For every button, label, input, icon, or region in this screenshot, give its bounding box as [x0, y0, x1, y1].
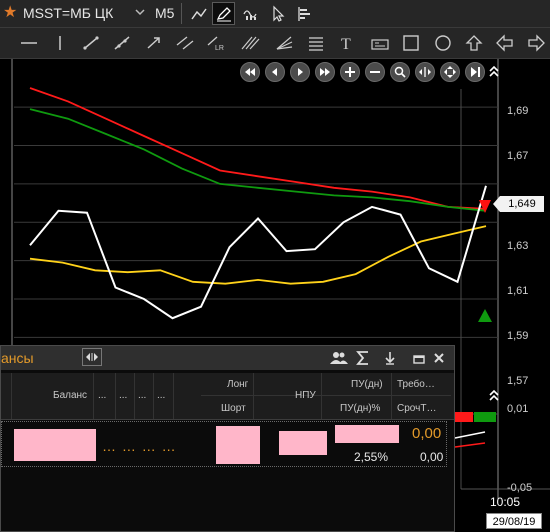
col-dots[interactable]: ... — [119, 390, 127, 401]
redacted-long-short — [216, 426, 260, 464]
symbol-label[interactable]: MSST=МБ ЦК — [23, 5, 113, 21]
minimize-icon[interactable] — [410, 349, 428, 367]
drawing-toolbar: LR T — [0, 28, 550, 59]
col-pu-dn-pct[interactable]: ПУ(дн)% — [340, 403, 380, 414]
col-pu-dn[interactable]: ПУ(дн) — [351, 379, 383, 390]
col-requirements[interactable]: Требо… — [397, 379, 435, 390]
ray-icon[interactable] — [108, 31, 136, 55]
pu-dn-pct-value: 2,55% — [354, 450, 389, 464]
go-to-end-icon[interactable] — [465, 62, 485, 82]
arrow-up-icon[interactable] — [460, 31, 488, 55]
svg-text:T: T — [341, 36, 351, 52]
y-tick-label: 1,63 — [507, 240, 529, 252]
col-dots[interactable]: ... — [138, 390, 146, 401]
col-balance[interactable]: Баланс — [53, 390, 87, 401]
arrow-right-icon[interactable] — [522, 31, 550, 55]
table-row[interactable]: … … … … 0,00 2,55% 0,00 — [1, 421, 447, 467]
y-tick-label: 1,67 — [507, 150, 529, 162]
play-icon[interactable] — [290, 62, 310, 82]
col-dots[interactable]: ... — [98, 390, 106, 401]
timeframe-label[interactable]: M5 — [155, 5, 174, 21]
y-tick-label: 1,69 — [507, 105, 529, 117]
y-tick-label: 1,61 — [507, 285, 529, 297]
time-label: 10:05 — [490, 495, 521, 509]
label-tool-icon[interactable] — [366, 31, 394, 55]
horizontal-line-icon[interactable] — [15, 31, 43, 55]
series-line — [29, 108, 487, 212]
redacted-npu — [279, 431, 327, 455]
favorite-star-icon[interactable]: ★ — [3, 3, 17, 23]
fibonacci-levels-icon[interactable] — [302, 31, 330, 55]
col-dots[interactable]: ... — [157, 390, 165, 401]
toolbar-separator — [181, 3, 182, 24]
channel-icon[interactable] — [171, 31, 199, 55]
y-tick-label: 1,57 — [507, 375, 529, 387]
pitchfork-icon[interactable] — [236, 31, 264, 55]
col-urgent[interactable]: СрочТ… — [397, 403, 436, 414]
users-icon[interactable] — [330, 349, 348, 367]
urgent-value: 0,00 — [420, 450, 444, 464]
text-tool-icon[interactable]: T — [333, 31, 361, 55]
arrow-line-icon[interactable] — [140, 31, 168, 55]
search-icon[interactable] — [390, 62, 410, 82]
rectangle-icon[interactable] — [397, 31, 425, 55]
panel-title: ансы — [1, 350, 34, 366]
download-icon[interactable] — [381, 349, 399, 367]
redacted-pu — [335, 425, 399, 443]
arrow-left-icon[interactable] — [491, 31, 519, 55]
scroll-start-icon[interactable] — [240, 62, 260, 82]
fan-icon[interactable] — [270, 31, 298, 55]
linear-regression-icon[interactable]: LR — [202, 31, 230, 55]
col-long[interactable]: Лонг — [227, 379, 248, 390]
date-label: 29/08/19 — [486, 513, 542, 529]
y-tick-label: -0,05 — [507, 482, 533, 494]
series-line — [29, 185, 487, 320]
balances-panel: ансы Баланс ... ... ... ... Лонг Шорт НП… — [0, 345, 455, 532]
chart-toolbar: ★ MSST=МБ ЦК M5 — [0, 0, 550, 28]
row-dots: … … … … — [102, 438, 177, 454]
zoom-out-icon[interactable] — [365, 62, 385, 82]
y-tick-label: 0,01 — [507, 403, 529, 415]
svg-text:LR: LR — [215, 45, 224, 51]
indicator-icon[interactable] — [240, 2, 263, 25]
vertical-line-icon[interactable] — [46, 31, 74, 55]
scroll-end-icon[interactable] — [315, 62, 335, 82]
col-npu[interactable]: НПУ — [295, 390, 316, 401]
ellipse-icon[interactable] — [429, 31, 457, 55]
y-tick-label: 1,59 — [507, 330, 529, 342]
series-line — [29, 87, 487, 210]
close-icon[interactable] — [430, 349, 448, 367]
balances-table-header: Баланс ... ... ... ... Лонг Шорт НПУ ПУ(… — [1, 373, 454, 420]
redacted-balance — [14, 429, 96, 461]
fit-horizontal-icon[interactable] — [415, 62, 435, 82]
volume-profile-icon[interactable] — [292, 2, 315, 25]
chevron-down-icon[interactable] — [134, 3, 146, 24]
expand-columns-icon[interactable] — [82, 348, 102, 366]
trend-line-icon[interactable] — [77, 31, 105, 55]
sum-icon[interactable] — [354, 349, 372, 367]
collapse-indicator-icon[interactable] — [488, 387, 500, 403]
panel-header: ансы — [1, 346, 454, 370]
buy-marker-icon — [478, 309, 492, 322]
step-back-icon[interactable] — [265, 62, 285, 82]
expand-all-icon[interactable] — [440, 62, 460, 82]
col-short[interactable]: Шорт — [221, 403, 246, 414]
line-chart-icon[interactable] — [187, 2, 210, 25]
draw-pencil-icon[interactable] — [212, 2, 235, 25]
series-line — [29, 225, 487, 285]
collapse-toolbar-icon[interactable] — [488, 63, 500, 79]
pu-dn-value: 0,00 — [412, 425, 442, 442]
cursor-icon[interactable] — [266, 2, 289, 25]
zoom-in-icon[interactable] — [340, 62, 360, 82]
current-price-badge: 1,649 — [493, 196, 544, 212]
